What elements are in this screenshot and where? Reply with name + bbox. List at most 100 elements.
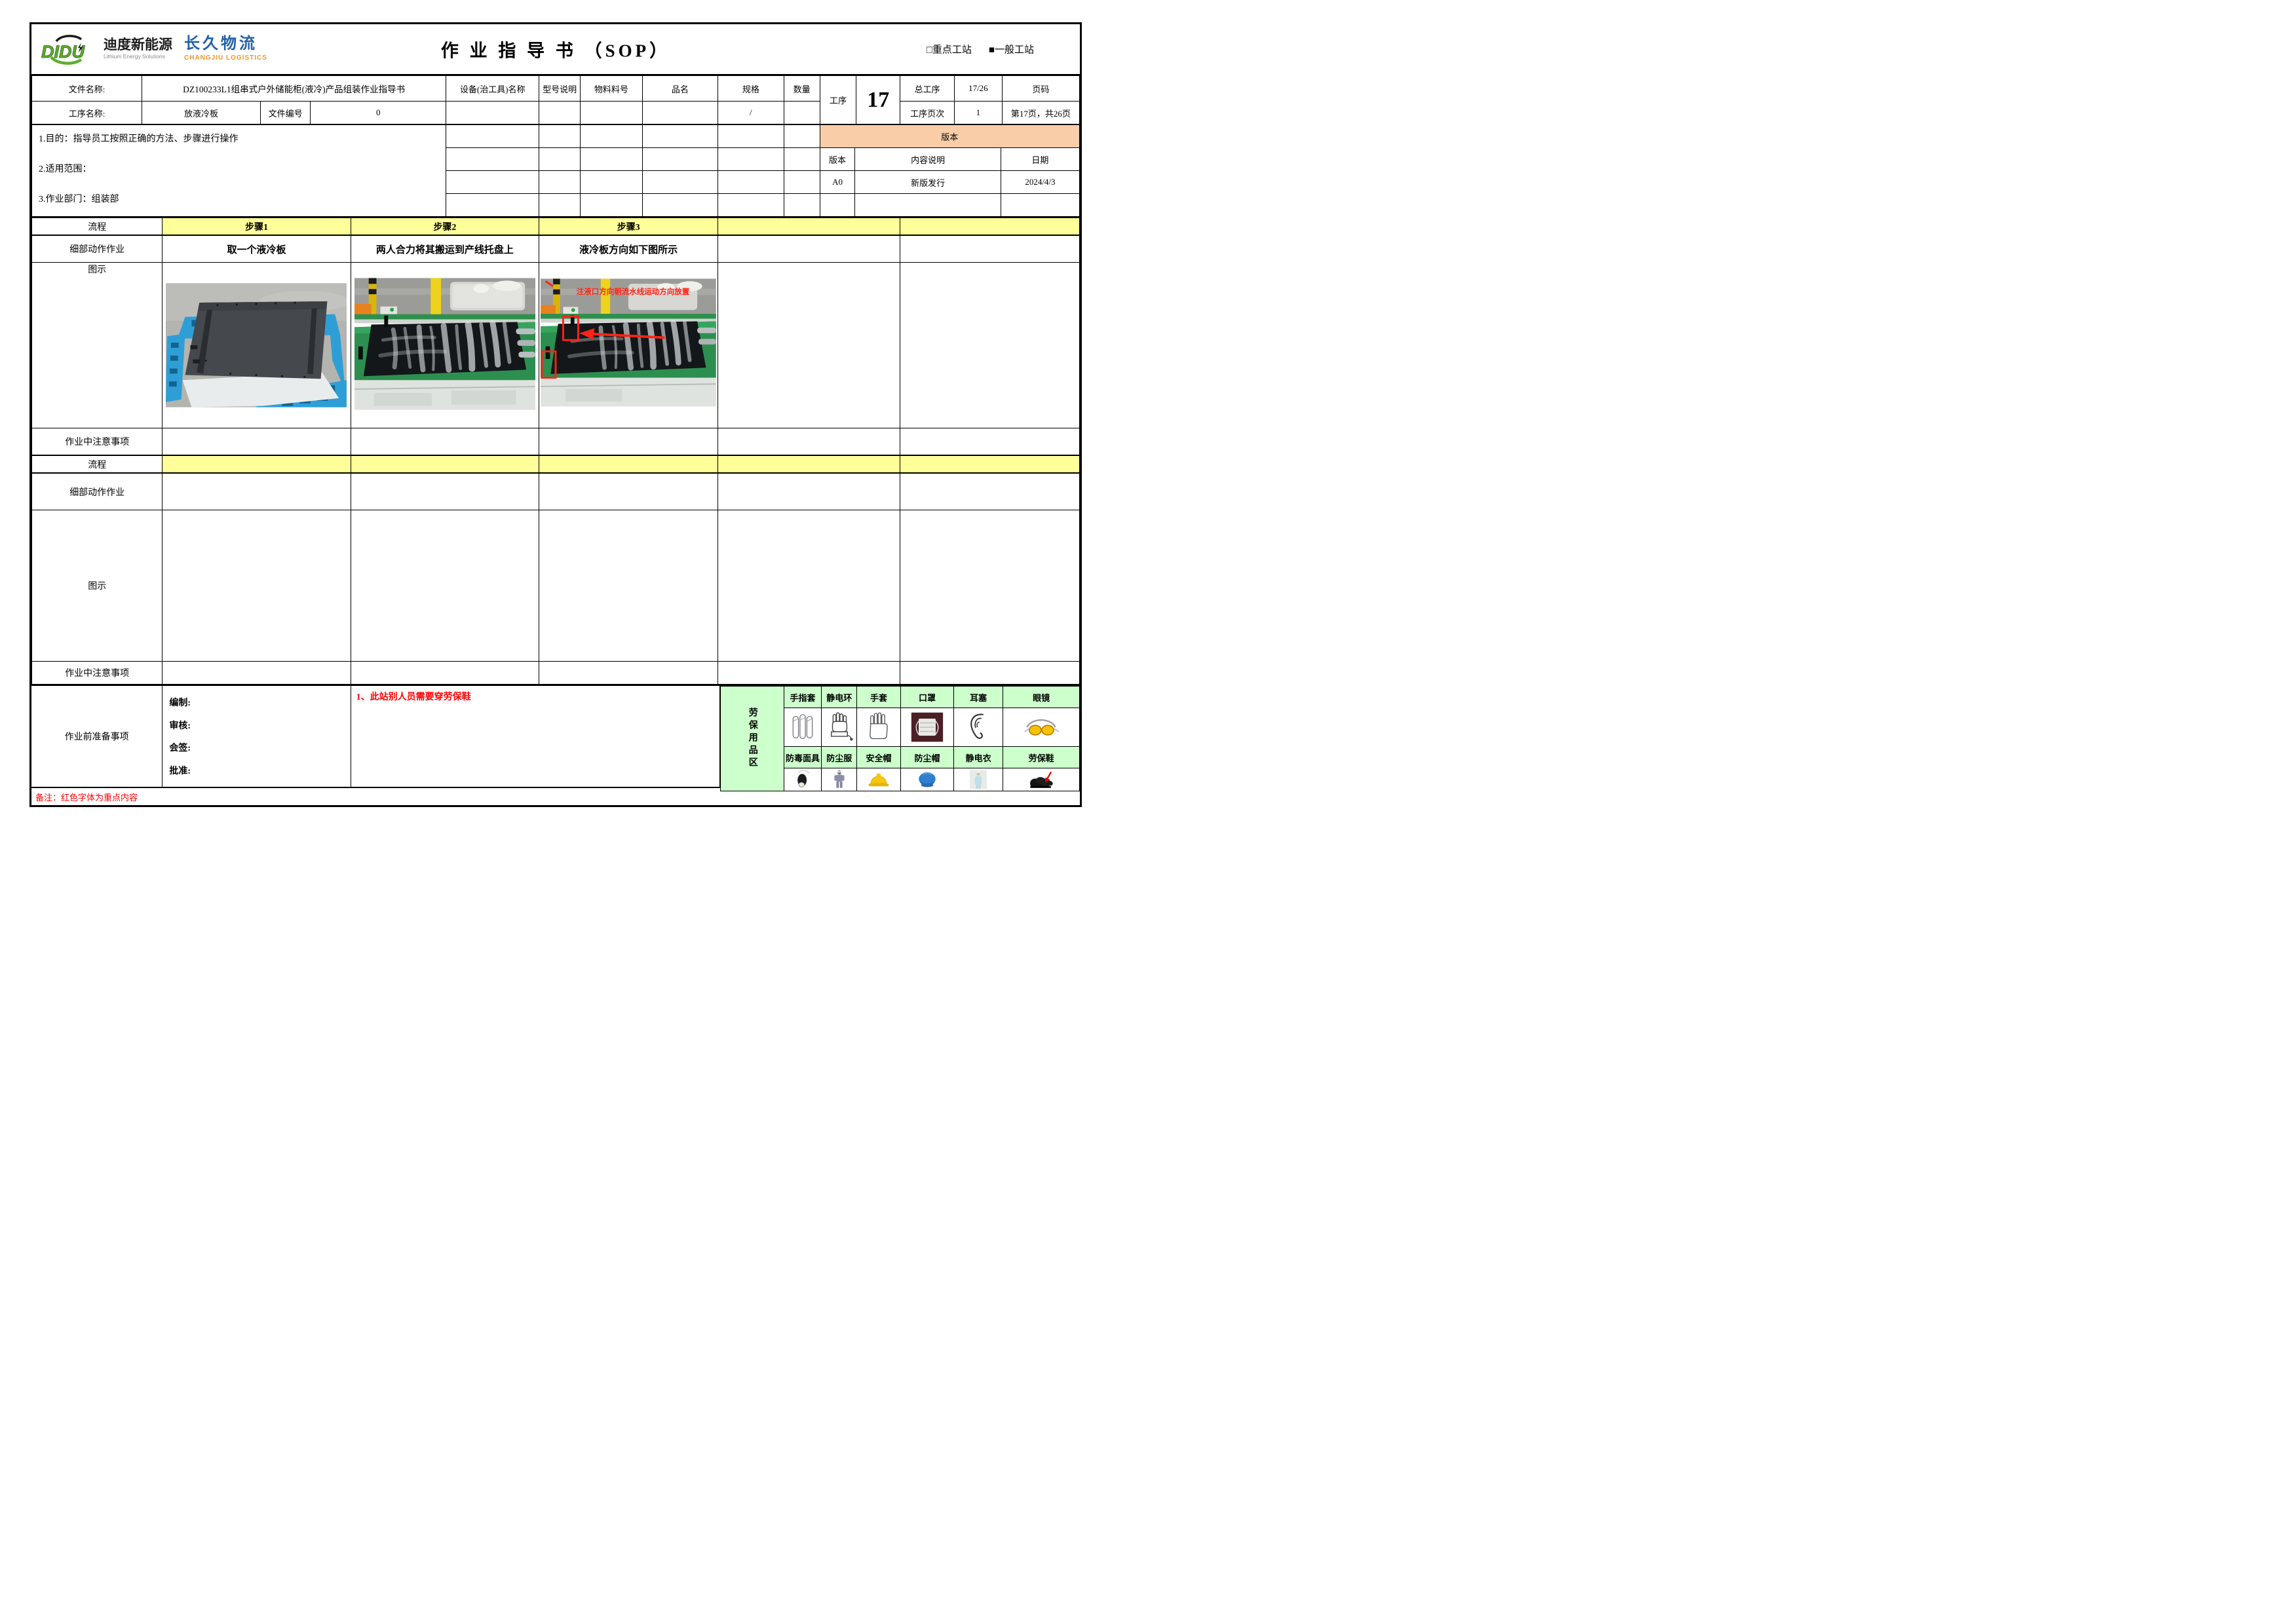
element [256, 374, 258, 376]
glove-icon [865, 711, 892, 744]
element [217, 304, 219, 306]
element [850, 738, 852, 740]
cell [581, 148, 643, 171]
dust-cap-label: 防尘帽 [900, 747, 953, 768]
cell [784, 102, 820, 124]
ppe-area-label-cell: 劳保用品区 [720, 687, 784, 791]
cell [581, 194, 643, 217]
dust-suit-icon [832, 770, 847, 789]
element: 1.目的：指导员工按照正确的方法、步骤进行操作 2.适用范围： 3.作业部门：组… [32, 125, 1080, 148]
element [553, 278, 560, 284]
diagram-label-2: 图示 [32, 510, 163, 662]
safety-shoes-note: 1、此站别人员需要穿劳保鞋 [356, 690, 714, 703]
cell [900, 455, 1079, 473]
cell [539, 171, 581, 194]
esd-coat-label: 静电衣 [954, 747, 1003, 768]
element [546, 347, 550, 359]
element: □ [927, 45, 932, 56]
step3-header: 步骤3 [539, 217, 718, 235]
photo-step2-carry-to-line [353, 263, 538, 411]
sop-sheet: DIDU 迪度新能源 Lithium Energy Solutions 长久物流… [29, 22, 1082, 807]
hard-hat-label: 安全帽 [857, 747, 901, 768]
cell [900, 217, 1079, 235]
element [517, 340, 535, 346]
file-name-label: 文件名称: [32, 76, 142, 102]
element [793, 715, 812, 739]
detail-action-label-2: 细部动作作业 [32, 473, 163, 510]
element: 作业中注意事项 [32, 662, 1080, 685]
header-band: DIDU 迪度新能源 Lithium Energy Solutions 长久物流… [31, 24, 1080, 75]
gas-mask-label: 防毒面具 [784, 747, 822, 768]
cell [446, 102, 539, 124]
cell [900, 662, 1079, 685]
spec-label: 规格 [718, 76, 784, 102]
element [369, 278, 377, 284]
approved-by-label: 批准: [169, 764, 350, 777]
element [451, 390, 516, 405]
element [236, 303, 238, 305]
element: 一般工站 [995, 45, 1034, 56]
step2-detail: 两人合力将其搬运到产线托盘上 [351, 235, 539, 263]
element [807, 717, 812, 738]
ppe-area-label: 劳保用品区 [746, 708, 759, 770]
process-label: 工序 [820, 76, 856, 124]
element: 图示 [32, 263, 1080, 428]
safety-shoes-label: 劳保鞋 [1003, 747, 1080, 768]
product-name-label: 品名 [642, 76, 718, 102]
element: 工序名称: 放液冷板 文件编号 0 / 工序页次 1 第17页，共26页 [32, 102, 1080, 124]
cell [718, 194, 784, 217]
cell [351, 455, 539, 473]
cell [718, 662, 900, 685]
finger-cots-icon [788, 711, 817, 744]
cell [539, 662, 718, 685]
element: 流程 [32, 455, 1080, 473]
element [171, 343, 179, 348]
element: 重点工站 [932, 45, 972, 56]
element [369, 289, 377, 294]
cell [581, 102, 643, 124]
cell [900, 235, 1079, 263]
cell [1001, 194, 1079, 217]
cell [822, 768, 857, 791]
element [871, 776, 887, 784]
process-page-label: 工序页次 [900, 102, 955, 124]
changjiu-logo-sub: CHANGJIU LOGISTICS [184, 54, 267, 62]
element [977, 722, 980, 727]
element [1042, 725, 1054, 735]
element [650, 324, 654, 366]
element [1025, 728, 1029, 732]
element [831, 732, 847, 736]
element: 劳保用品区 手指套 静电环 手套 口罩 耳塞 眼镜 [720, 687, 1079, 708]
element [516, 328, 535, 334]
process-name-label: 工序名称: [32, 102, 142, 124]
cell [163, 662, 351, 685]
page-title: 作 业 指 导 书 （SOP） [441, 37, 670, 62]
cell [954, 708, 1003, 747]
element [384, 316, 388, 328]
cell [539, 510, 718, 662]
document-info-table: 文件名称: DZ100233L1组串式户外储能柜(液冷)产品组装作业指导书 设备… [31, 75, 1080, 124]
element [565, 389, 622, 402]
element: ■ [989, 45, 995, 56]
element [170, 368, 178, 373]
element [1029, 725, 1041, 735]
cell [784, 768, 822, 791]
cell [642, 102, 718, 124]
cell [822, 708, 857, 747]
element [1054, 728, 1059, 732]
element [836, 774, 843, 782]
step1-header: 步骤1 [163, 217, 351, 235]
prep-note-cell: 1、此站别人员需要穿劳保鞋 [351, 686, 720, 787]
purpose-line: 1.目的：指导员工按照正确的方法、步骤进行操作 [33, 132, 444, 145]
cell [539, 148, 581, 171]
cell [642, 125, 718, 148]
element [837, 771, 841, 772]
cell [900, 263, 1079, 428]
cell: 注液口方向朝流水线运动方向放置 [539, 263, 718, 428]
element [601, 278, 610, 314]
detail-action-label: 细部动作作业 [32, 235, 163, 263]
cell [539, 125, 581, 148]
esd-wrist-strap-label: 静电环 [822, 687, 857, 708]
department-line: 3.作业部门：组装部 [33, 192, 444, 205]
element [191, 345, 198, 349]
